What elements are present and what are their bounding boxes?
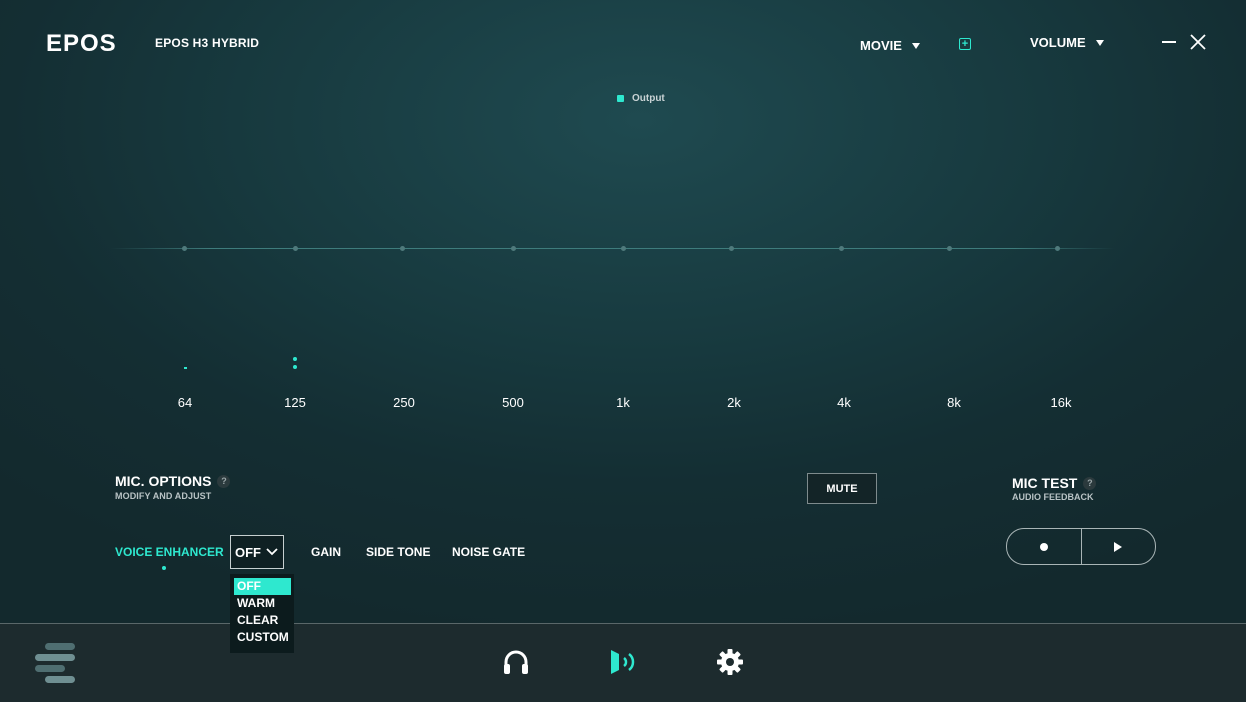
freq-label: 1k <box>616 395 630 410</box>
mic-test-subtitle: AUDIO FEEDBACK <box>1012 492 1094 502</box>
eq-point-8k[interactable] <box>947 246 952 251</box>
eq-point-250[interactable] <box>400 246 405 251</box>
play-icon <box>1114 541 1123 552</box>
close-icon[interactable] <box>1188 32 1208 52</box>
help-icon[interactable]: ? <box>1083 476 1097 490</box>
active-tab-indicator <box>162 566 166 570</box>
legend-label: Output <box>632 93 665 104</box>
eq-legend: Output <box>617 93 665 104</box>
mic-test-controls <box>1006 528 1156 565</box>
add-preset-icon[interactable]: + <box>959 38 971 50</box>
eq-point-500[interactable] <box>511 246 516 251</box>
record-icon <box>1039 542 1048 551</box>
eq-point-125[interactable] <box>293 246 298 251</box>
mic-options-subtitle: MODIFY AND ADJUST <box>115 491 212 501</box>
eq-point-4k[interactable] <box>839 246 844 251</box>
volume-label: VOLUME <box>1030 35 1086 50</box>
chevron-down-icon <box>911 42 920 49</box>
eq-marker <box>293 365 297 369</box>
menu-item-clear[interactable]: CLEAR <box>234 612 291 629</box>
tab-noise-gate[interactable]: NOISE GATE <box>452 545 525 559</box>
eq-point-2k[interactable] <box>729 246 734 251</box>
menu-icon[interactable] <box>35 643 77 683</box>
freq-label: 16k <box>1050 395 1072 410</box>
tab-side-tone[interactable]: SIDE TONE <box>366 545 430 559</box>
preset-label: MOVIE <box>860 38 902 53</box>
eq-point-16k[interactable] <box>1055 246 1060 251</box>
preset-dropdown[interactable]: MOVIE <box>860 38 920 53</box>
chevron-down-icon <box>266 548 278 556</box>
voice-enhancer-menu: OFF WARM CLEAR CUSTOM <box>230 574 294 653</box>
menu-item-warm[interactable]: WARM <box>234 595 291 612</box>
mic-test-title: MIC TEST ? <box>1012 475 1097 491</box>
voice-enhancer-select[interactable]: OFF <box>230 535 284 569</box>
play-button[interactable] <box>1082 529 1156 564</box>
eq-point-1k[interactable] <box>621 246 626 251</box>
select-value: OFF <box>235 544 261 560</box>
freq-label: 2k <box>727 395 741 410</box>
record-button[interactable] <box>1007 529 1081 564</box>
headphones-icon[interactable] <box>502 648 530 676</box>
device-name: EPOS H3 HYBRID <box>155 36 260 50</box>
legend-marker <box>617 95 624 102</box>
epos-logo: EPOS <box>46 30 117 57</box>
mic-options-label: MIC. OPTIONS <box>115 473 212 489</box>
menu-item-off[interactable]: OFF <box>234 578 291 595</box>
freq-label: 4k <box>837 395 851 410</box>
freq-label: 125 <box>284 395 306 410</box>
chevron-down-icon <box>1095 39 1104 46</box>
freq-label: 8k <box>947 395 961 410</box>
freq-label: 500 <box>502 395 524 410</box>
freq-label: 250 <box>393 395 415 410</box>
eq-marker <box>184 367 187 369</box>
mute-button[interactable]: MUTE <box>807 473 877 504</box>
minimize-icon[interactable] <box>1162 41 1176 43</box>
eq-point-64[interactable] <box>182 246 187 251</box>
help-icon[interactable]: ? <box>217 474 231 488</box>
eq-curve <box>110 248 1115 249</box>
tab-gain[interactable]: GAIN <box>311 545 341 559</box>
eq-marker <box>293 357 297 361</box>
volume-dropdown[interactable]: VOLUME <box>1030 35 1104 50</box>
freq-label: 64 <box>177 395 193 410</box>
menu-item-custom[interactable]: CUSTOM <box>234 629 291 646</box>
microphone-icon[interactable] <box>609 648 639 676</box>
tab-voice-enhancer[interactable]: VOICE ENHANCER <box>115 545 224 559</box>
mic-options-title: MIC. OPTIONS ? <box>115 473 231 489</box>
mic-test-label: MIC TEST <box>1012 475 1078 491</box>
settings-icon[interactable] <box>716 648 744 676</box>
